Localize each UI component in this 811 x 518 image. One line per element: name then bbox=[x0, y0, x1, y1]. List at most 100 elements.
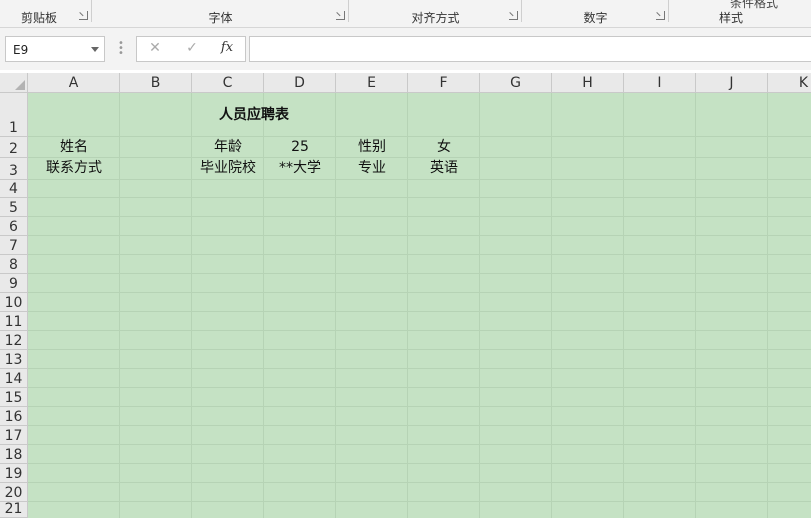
column-header-g[interactable]: G bbox=[480, 73, 552, 93]
row-number: 14 bbox=[4, 371, 23, 387]
row-number: 4 bbox=[9, 181, 18, 197]
row-header-6[interactable]: 6 bbox=[0, 217, 28, 236]
row-number: 5 bbox=[9, 200, 18, 216]
row-number: 7 bbox=[9, 238, 18, 254]
row-header-14[interactable]: 14 bbox=[0, 369, 28, 388]
column-header-e[interactable]: E bbox=[336, 73, 408, 93]
row-header-4[interactable]: 4 bbox=[0, 180, 28, 198]
gridline bbox=[28, 235, 811, 236]
row-header-13[interactable]: 13 bbox=[0, 350, 28, 369]
conditional-format-label[interactable]: 条件格式 bbox=[730, 0, 778, 11]
font-launcher-icon[interactable] bbox=[336, 11, 345, 20]
row-header-11[interactable]: 11 bbox=[0, 312, 28, 331]
gridline bbox=[28, 216, 811, 217]
column-header-k[interactable]: K bbox=[768, 73, 811, 93]
row-header-9[interactable]: 9 bbox=[0, 274, 28, 293]
row-header-3[interactable]: 3 bbox=[0, 158, 28, 180]
name-box[interactable]: E9 bbox=[5, 36, 105, 62]
cell-e3[interactable]: 专业 bbox=[336, 158, 408, 178]
insert-function-icon[interactable]: fx bbox=[217, 40, 237, 58]
clipboard-group-label: 剪贴板 bbox=[20, 11, 57, 25]
gridline bbox=[28, 273, 811, 274]
column-header-d[interactable]: D bbox=[264, 73, 336, 93]
worksheet-grid[interactable]: A B C D E F G H I J K 1 2 3 4 5 6 7 8 9 … bbox=[0, 73, 811, 518]
cell-e2[interactable]: 性别 bbox=[336, 137, 408, 157]
cell-d3[interactable]: **大学 bbox=[264, 158, 336, 178]
row-header-2[interactable]: 2 bbox=[0, 137, 28, 158]
row-header-7[interactable]: 7 bbox=[0, 236, 28, 255]
row-header-20[interactable]: 20 bbox=[0, 483, 28, 502]
chevron-down-icon[interactable] bbox=[91, 47, 99, 52]
gridline bbox=[28, 197, 811, 198]
column-header-h[interactable]: H bbox=[552, 73, 624, 93]
row-number: 17 bbox=[4, 428, 23, 444]
row-number: 9 bbox=[9, 276, 18, 292]
gridline bbox=[28, 501, 811, 502]
row-header-18[interactable]: 18 bbox=[0, 445, 28, 464]
row-number: 15 bbox=[4, 390, 23, 406]
sheet-title-cell[interactable]: 人员应聘表 bbox=[28, 105, 480, 125]
drag-handle-icon[interactable]: • • • bbox=[117, 39, 125, 59]
name-box-value: E9 bbox=[13, 43, 29, 57]
font-group: 字体 bbox=[92, 0, 349, 27]
row-number: 2 bbox=[9, 141, 18, 157]
row-number: 16 bbox=[4, 409, 23, 425]
select-all-button[interactable] bbox=[0, 73, 28, 93]
row-number: 20 bbox=[4, 485, 23, 501]
column-header-c[interactable]: C bbox=[192, 73, 264, 93]
gridline bbox=[28, 254, 811, 255]
clipboard-launcher-icon[interactable] bbox=[79, 11, 88, 20]
row-header-5[interactable]: 5 bbox=[0, 198, 28, 217]
column-header-j[interactable]: J bbox=[696, 73, 768, 93]
cell-a3[interactable]: 联系方式 bbox=[28, 158, 120, 178]
row-number: 21 bbox=[4, 501, 23, 517]
gridline bbox=[28, 179, 811, 180]
gridline bbox=[28, 406, 811, 407]
cell-d2[interactable]: 25 bbox=[264, 137, 336, 157]
column-header-a[interactable]: A bbox=[28, 73, 120, 93]
alignment-group: 对齐方式 bbox=[349, 0, 522, 27]
row-number: 19 bbox=[4, 466, 23, 482]
gridline bbox=[28, 368, 811, 369]
styles-group-label: 样式 bbox=[719, 11, 744, 25]
row-header-15[interactable]: 15 bbox=[0, 388, 28, 407]
number-group: 数字 bbox=[522, 0, 669, 27]
check-icon[interactable]: ✓ bbox=[182, 40, 202, 58]
gridline bbox=[28, 425, 811, 426]
column-header-f[interactable]: F bbox=[408, 73, 480, 93]
cell-f3[interactable]: 英语 bbox=[408, 158, 480, 178]
cell-c3[interactable]: 毕业院校 bbox=[192, 158, 264, 178]
gridline bbox=[28, 463, 811, 464]
cancel-icon[interactable]: ✕ bbox=[145, 40, 165, 58]
row-number: 13 bbox=[4, 352, 23, 368]
gridline bbox=[28, 387, 811, 388]
row-header-8[interactable]: 8 bbox=[0, 255, 28, 274]
column-header-i[interactable]: I bbox=[624, 73, 696, 93]
row-header-21[interactable]: 21 bbox=[0, 501, 28, 518]
row-header-12[interactable]: 12 bbox=[0, 331, 28, 350]
row-header-10[interactable]: 10 bbox=[0, 293, 28, 312]
formula-input[interactable] bbox=[249, 36, 811, 62]
row-header-16[interactable]: 16 bbox=[0, 407, 28, 426]
ribbon-group-bar: 剪贴板 字体 对齐方式 数字 样式 条件格式 bbox=[0, 0, 811, 28]
font-group-label: 字体 bbox=[208, 11, 233, 25]
cell-a2[interactable]: 姓名 bbox=[28, 137, 120, 157]
row-number: 12 bbox=[4, 333, 23, 349]
alignment-launcher-icon[interactable] bbox=[509, 11, 518, 20]
row-header-19[interactable]: 19 bbox=[0, 464, 28, 483]
row-header-1[interactable]: 1 bbox=[0, 93, 28, 137]
gridline bbox=[28, 311, 811, 312]
alignment-group-label: 对齐方式 bbox=[411, 11, 460, 25]
cell-c2[interactable]: 年龄 bbox=[192, 137, 264, 157]
formula-tools: ✕ ✓ fx bbox=[136, 36, 246, 62]
row-number: 6 bbox=[9, 219, 18, 235]
row-number: 18 bbox=[4, 447, 23, 463]
cell-f2[interactable]: 女 bbox=[408, 137, 480, 157]
column-header-b[interactable]: B bbox=[120, 73, 192, 93]
gridline bbox=[28, 444, 811, 445]
gridline bbox=[28, 292, 811, 293]
row-header-17[interactable]: 17 bbox=[0, 426, 28, 445]
number-launcher-icon[interactable] bbox=[656, 11, 665, 20]
gridline bbox=[28, 349, 811, 350]
row-number: 8 bbox=[9, 257, 18, 273]
